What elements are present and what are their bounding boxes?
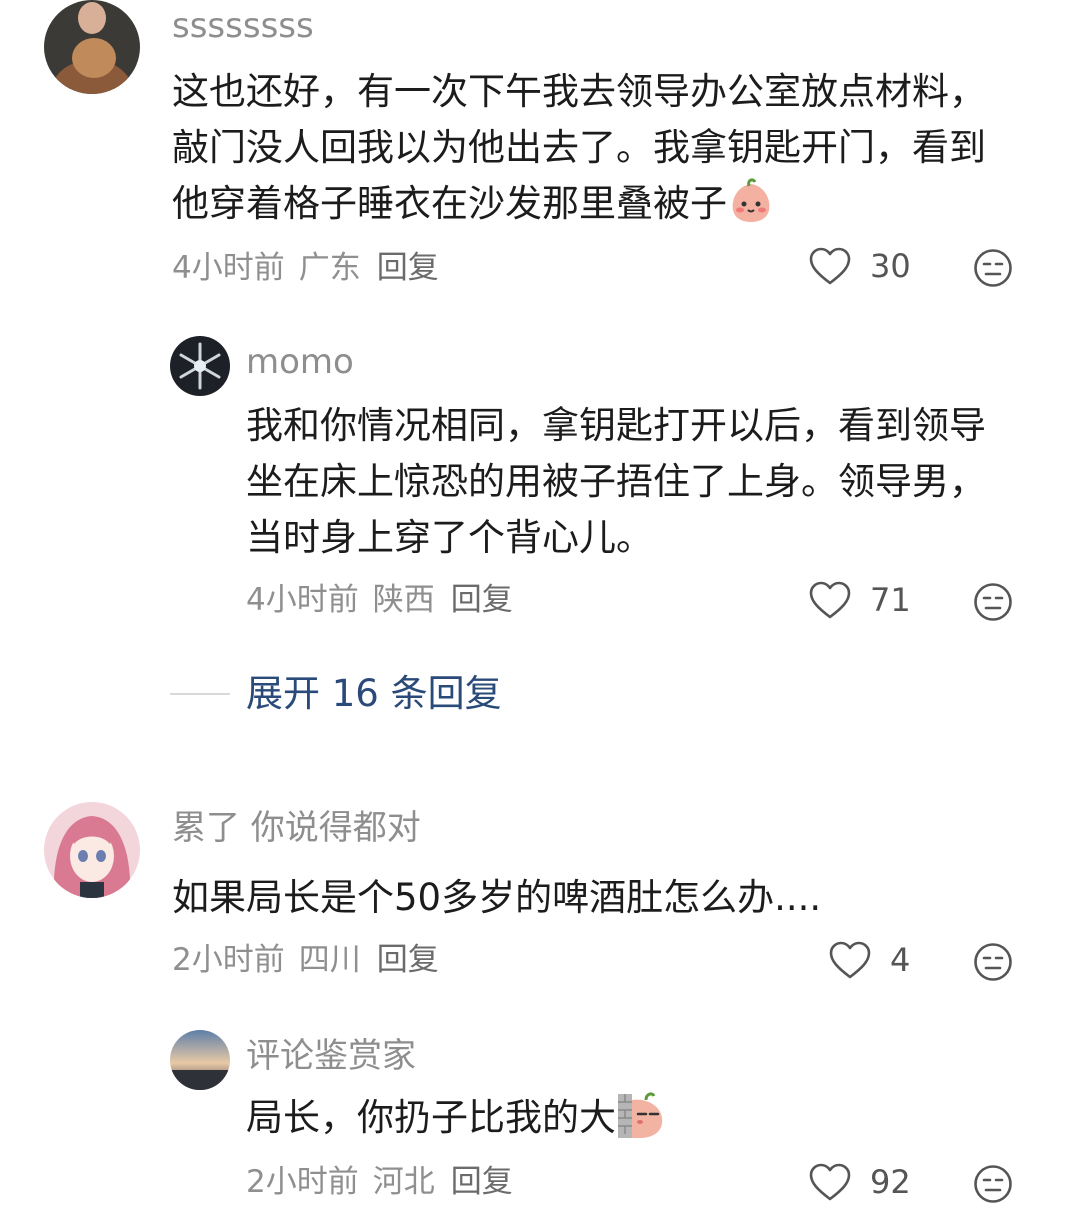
dislike-button[interactable] [973, 942, 1013, 982]
like-button[interactable]: 71 [808, 580, 911, 620]
heart-icon [809, 247, 851, 285]
location: 四川 [298, 942, 361, 978]
comment-text: 这也还好，有一次下午我去领导办公室放点材料，敲门没人回我以为他出去了。我拿钥匙开… [172, 64, 1022, 240]
peeking-wall-emoji [616, 1090, 666, 1154]
avatar[interactable] [170, 336, 230, 396]
username[interactable]: 累了 你说得都对 [172, 808, 421, 848]
like-count: 92 [870, 1163, 911, 1201]
heart-icon [809, 581, 851, 619]
comment-meta: 2小时前 河北 回复 [246, 1162, 527, 1202]
comment-text: 我和你情况相同，拿钥匙打开以后，看到领导坐在床上惊恐的用被子捂住了上身。领导男，… [246, 404, 986, 559]
heart-icon [809, 1163, 851, 1201]
timestamp: 2小时前 [246, 1164, 359, 1200]
comment-meta: 4小时前 陕西 回复 [246, 580, 527, 620]
meh-face-icon [974, 943, 1012, 981]
timestamp: 2小时前 [172, 942, 285, 978]
dislike-button[interactable] [973, 582, 1013, 622]
timestamp: 4小时前 [172, 250, 285, 286]
meh-face-icon [974, 1165, 1012, 1203]
timestamp: 4小时前 [246, 582, 359, 618]
meh-face-icon [974, 583, 1012, 621]
username[interactable]: 评论鉴赏家 [246, 1036, 416, 1076]
location: 广东 [298, 250, 361, 286]
reply-button[interactable]: 回复 [451, 582, 513, 618]
dislike-button[interactable] [973, 248, 1013, 288]
like-button[interactable]: 4 [828, 940, 910, 980]
username[interactable]: ssssssss [172, 6, 314, 46]
avatar[interactable] [44, 802, 140, 898]
avatar[interactable] [44, 0, 140, 94]
like-count: 4 [890, 941, 911, 979]
peach-face-emoji [727, 178, 775, 240]
reply-button[interactable]: 回复 [451, 1164, 513, 1200]
expand-replies-button[interactable]: 展开 16 条回复 [246, 672, 502, 716]
heart-icon [829, 941, 871, 979]
like-button[interactable]: 30 [808, 246, 911, 286]
comment-text: 如果局长是个50多岁的啤酒肚怎么办.... [172, 876, 822, 919]
expand-divider [170, 693, 230, 695]
like-count: 30 [870, 247, 911, 285]
location: 陕西 [372, 582, 435, 618]
username[interactable]: momo [246, 342, 354, 382]
comment-text: 局长，你扔子比我的大 [246, 1090, 1046, 1154]
like-button[interactable]: 92 [808, 1162, 911, 1202]
dislike-button[interactable] [973, 1164, 1013, 1204]
comment-meta: 2小时前 四川 回复 [172, 940, 453, 980]
avatar[interactable] [170, 1030, 230, 1090]
location: 河北 [372, 1164, 435, 1200]
like-count: 71 [870, 581, 911, 619]
reply-button[interactable]: 回复 [377, 942, 439, 978]
meh-face-icon [974, 249, 1012, 287]
comment-meta: 4小时前 广东 回复 [172, 248, 453, 288]
reply-button[interactable]: 回复 [377, 250, 439, 286]
